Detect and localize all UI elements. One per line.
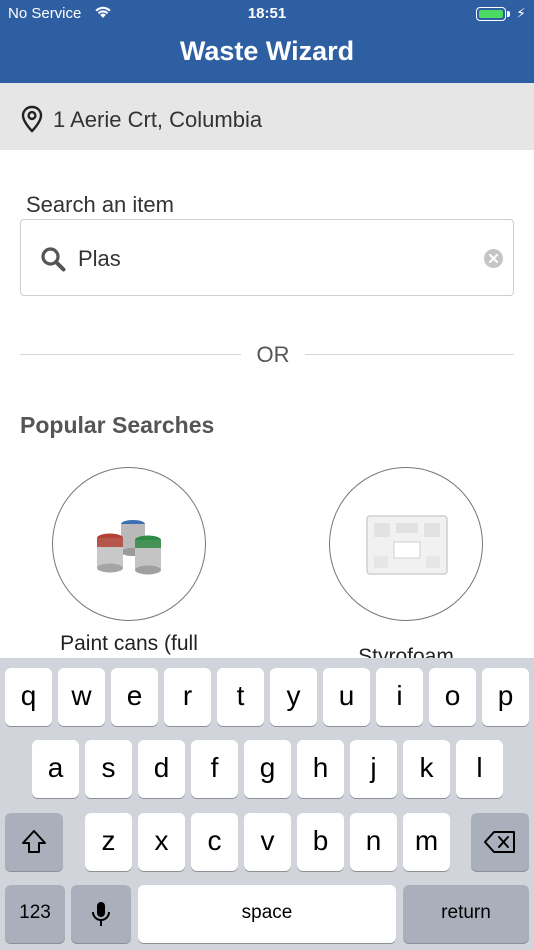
battery-icon bbox=[476, 7, 506, 21]
paint-cans-image bbox=[97, 520, 161, 575]
key-a[interactable]: a bbox=[32, 740, 79, 798]
or-label: OR bbox=[256, 342, 290, 367]
return-key[interactable]: return bbox=[403, 885, 529, 943]
search-input[interactable]: Plas bbox=[20, 219, 514, 296]
search-value: Plas bbox=[78, 246, 121, 271]
app-header: No Service 18:51 ⚡ Waste Wizard bbox=[0, 0, 534, 83]
search-label: Search an item bbox=[26, 192, 174, 217]
search-icon bbox=[41, 247, 66, 272]
page-title: Waste Wizard bbox=[179, 36, 355, 66]
address-bar[interactable]: 1 Aerie Crt, Columbia bbox=[0, 83, 534, 150]
key-e[interactable]: e bbox=[111, 668, 158, 726]
key-d[interactable]: d bbox=[138, 740, 185, 798]
backspace-icon bbox=[484, 831, 515, 853]
key-f[interactable]: f bbox=[191, 740, 238, 798]
backspace-key[interactable] bbox=[471, 813, 529, 871]
divider-right bbox=[305, 354, 514, 355]
popular-searches-title: Popular Searches bbox=[20, 412, 215, 438]
charging-icon: ⚡ bbox=[516, 5, 526, 21]
space-key[interactable]: space bbox=[138, 885, 396, 943]
popular-item-styrofoam[interactable] bbox=[329, 467, 483, 621]
key-k[interactable]: k bbox=[403, 740, 450, 798]
key-z[interactable]: z bbox=[85, 813, 132, 871]
key-o[interactable]: o bbox=[429, 668, 476, 726]
key-b[interactable]: b bbox=[297, 813, 344, 871]
location-pin-icon bbox=[21, 105, 43, 133]
key-t[interactable]: t bbox=[217, 668, 264, 726]
key-i[interactable]: i bbox=[376, 668, 423, 726]
key-r[interactable]: r bbox=[164, 668, 211, 726]
microphone-key[interactable] bbox=[71, 885, 131, 943]
key-p[interactable]: p bbox=[482, 668, 529, 726]
key-y[interactable]: y bbox=[270, 668, 317, 726]
key-v[interactable]: v bbox=[244, 813, 291, 871]
key-c[interactable]: c bbox=[191, 813, 238, 871]
divider-left bbox=[20, 354, 241, 355]
shift-icon bbox=[22, 830, 46, 853]
shift-key[interactable] bbox=[5, 813, 63, 871]
key-u[interactable]: u bbox=[323, 668, 370, 726]
key-g[interactable]: g bbox=[244, 740, 291, 798]
key-m[interactable]: m bbox=[403, 813, 450, 871]
key-x[interactable]: x bbox=[138, 813, 185, 871]
numbers-key[interactable]: 123 bbox=[5, 885, 65, 943]
key-n[interactable]: n bbox=[350, 813, 397, 871]
popular-item-paint-cans[interactable] bbox=[52, 467, 206, 621]
key-w[interactable]: w bbox=[58, 668, 105, 726]
status-bar: No Service 18:51 ⚡ bbox=[0, 0, 534, 28]
microphone-icon bbox=[92, 902, 110, 926]
key-l[interactable]: l bbox=[456, 740, 503, 798]
key-h[interactable]: h bbox=[297, 740, 344, 798]
clear-icon[interactable] bbox=[484, 249, 503, 268]
popular-item-label: Paint cans (full bbox=[60, 632, 198, 655]
on-screen-keyboard: q w e r t y u i o p a s d f g h j k l z … bbox=[0, 658, 534, 950]
key-q[interactable]: q bbox=[5, 668, 52, 726]
clock: 18:51 bbox=[247, 5, 287, 22]
key-s[interactable]: s bbox=[85, 740, 132, 798]
key-j[interactable]: j bbox=[350, 740, 397, 798]
styrofoam-image bbox=[366, 515, 448, 575]
address-text: 1 Aerie Crt, Columbia bbox=[53, 107, 263, 132]
